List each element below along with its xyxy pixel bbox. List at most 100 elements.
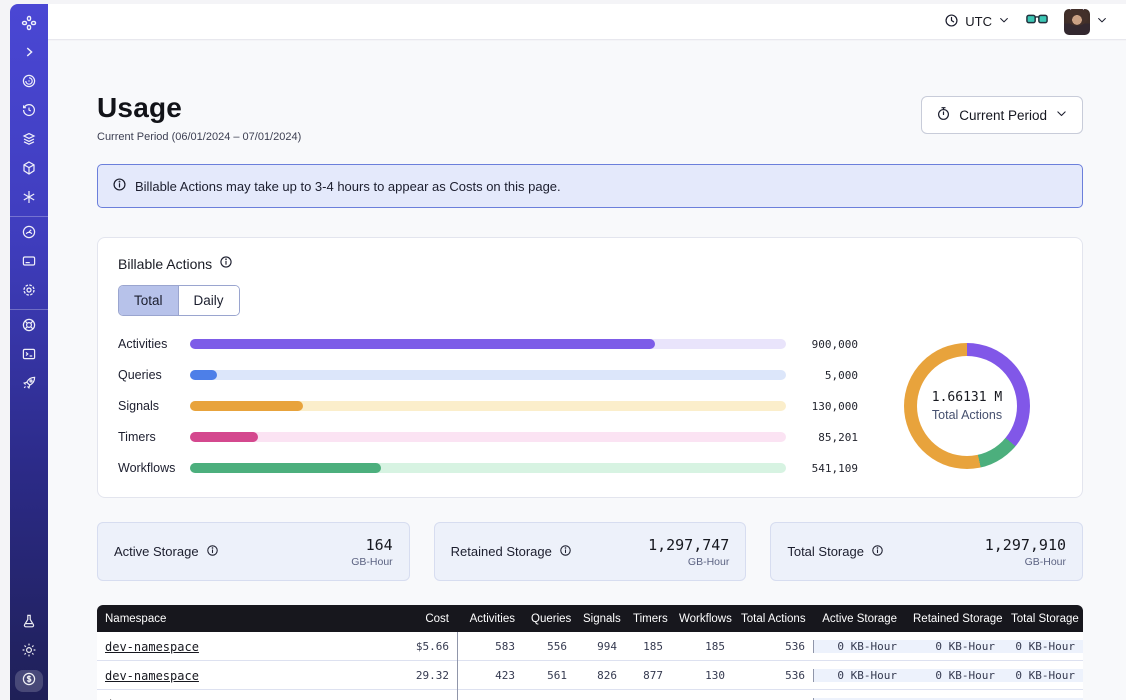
info-icon[interactable]	[206, 544, 219, 560]
cost-cell: $5.66	[379, 640, 457, 653]
sidebar-item-history[interactable]	[15, 101, 43, 123]
total-storage-unit: GB-Hour	[985, 556, 1066, 568]
bar-label: Workflows	[118, 461, 190, 475]
namespace-link[interactable]: dev-namespace	[105, 640, 199, 654]
bar-fill	[190, 432, 258, 442]
billable-actions-tabs: Total Daily	[118, 285, 240, 316]
sidebar-item-namespaces[interactable]	[15, 72, 43, 94]
table-header-row: Namespace Cost Activities Queries Signal…	[97, 605, 1083, 632]
bar-track	[190, 432, 786, 442]
donut-chart-zone: 1.66131 M Total Actions	[872, 337, 1062, 475]
bar-label: Activities	[118, 337, 190, 351]
active-storage-cell: 0 KB-Hour	[813, 669, 905, 682]
info-icon[interactable]	[559, 544, 572, 560]
tab-total[interactable]: Total	[119, 286, 178, 315]
queries-cell: 561	[523, 669, 575, 682]
sidebar-item-pricing[interactable]	[15, 670, 43, 692]
info-icon[interactable]	[219, 255, 233, 272]
asterisk-icon	[21, 189, 37, 210]
signals-cell: 994	[575, 640, 625, 653]
chevron-down-icon	[1055, 107, 1068, 123]
timezone-label: UTC	[965, 14, 992, 29]
table-row: dev-namespace $5.66 583 556 994 185 185 …	[97, 632, 1083, 661]
active-storage-card: Active Storage 164 GB-Hour	[97, 522, 410, 581]
bar-value: 130,000	[794, 400, 858, 413]
stopwatch-icon	[936, 106, 951, 124]
bar-fill	[190, 370, 217, 380]
signals-cell: 826	[575, 669, 625, 682]
page-header: Usage Current Period (06/01/2024 – 07/01…	[97, 92, 1083, 143]
bar-row-timers: Timers 85,201	[118, 430, 858, 444]
sidebar-item-layers[interactable]	[15, 130, 43, 152]
col-signals: Signals	[575, 613, 625, 625]
sidebar-item-support[interactable]	[15, 316, 43, 338]
bar-row-workflows: Workflows 541,109	[118, 461, 858, 475]
col-cost: Cost	[379, 613, 457, 625]
billable-actions-chart: Activities 900,000 Queries 5,000	[118, 337, 1062, 475]
total-actions-label: Total Actions	[932, 408, 1002, 422]
retained-storage-label: Retained Storage	[451, 544, 552, 559]
col-activities: Activities	[457, 613, 523, 625]
bar-row-activities: Activities 900,000	[118, 337, 858, 351]
feedback-button[interactable]	[1026, 12, 1048, 31]
billable-actions-title: Billable Actions	[118, 256, 212, 272]
sidebar-item-theme[interactable]	[15, 641, 43, 663]
bar-fill	[190, 339, 655, 349]
bar-track	[190, 463, 786, 473]
col-total-actions: Total Actions	[733, 613, 813, 625]
bar-row-signals: Signals 130,000	[118, 399, 858, 413]
credit-card-icon	[21, 253, 37, 274]
activities-cell: 492	[457, 690, 523, 700]
donut-center: 1.66131 M Total Actions	[917, 356, 1017, 456]
col-retained-storage: Retained Storage	[905, 613, 1003, 625]
retained-storage-value: 1,297,747	[648, 536, 729, 554]
bar-fill	[190, 401, 303, 411]
sidebar-item-usage[interactable]	[15, 223, 43, 245]
clock-icon	[944, 13, 959, 31]
bar-value: 85,201	[794, 431, 858, 444]
col-active-storage: Active Storage	[813, 613, 905, 625]
total-storage-label: Total Storage	[787, 544, 864, 559]
info-icon[interactable]	[871, 544, 884, 560]
chevron-down-icon	[1096, 13, 1108, 31]
bar-fill	[190, 463, 381, 473]
sidebar-item-labs[interactable]	[15, 612, 43, 634]
timers-cell: 185	[625, 640, 671, 653]
total-storage-cell: 0 KB-Hour	[1003, 669, 1083, 682]
sidebar-item-billing[interactable]	[15, 252, 43, 274]
table-body: dev-namespace $5.66 583 556 994 185 185 …	[97, 632, 1083, 700]
total-actions-cell: 536	[733, 640, 813, 653]
workflows-cell: 130	[671, 669, 733, 682]
sidebar-item-home[interactable]	[15, 14, 43, 36]
sidebar-item-deployments[interactable]	[15, 159, 43, 181]
usage-page: UTC Usage Current Period (06/01/2024 – 0…	[0, 0, 1126, 700]
bar-track	[190, 339, 786, 349]
sidebar-group-account	[10, 223, 48, 303]
sidebar-divider	[10, 216, 48, 217]
total-actions-cell: 536	[733, 669, 813, 682]
active-storage-unit: GB-Hour	[351, 556, 392, 568]
user-menu[interactable]	[1064, 9, 1108, 35]
total-storage-cell: 0 KB-Hour	[1003, 640, 1083, 653]
bar-label: Queries	[118, 368, 190, 382]
timezone-selector[interactable]: UTC	[944, 13, 1010, 31]
sun-icon	[21, 642, 37, 663]
table-row: dev-namespace $3.35 492 536 883 816 600 …	[97, 690, 1083, 700]
sidebar-item-getting-started[interactable]	[15, 374, 43, 396]
timers-cell: 877	[625, 669, 671, 682]
sidebar-item-batch[interactable]	[15, 188, 43, 210]
period-selector-button[interactable]: Current Period	[921, 96, 1083, 134]
table-row: dev-namespace 29.32 423 561 826 877 130 …	[97, 661, 1083, 690]
col-timers: Timers	[625, 613, 671, 625]
namespace-link[interactable]: dev-namespace	[105, 669, 199, 683]
bar-label: Signals	[118, 399, 190, 413]
tab-daily[interactable]: Daily	[178, 286, 239, 315]
sidebar-item-cli[interactable]	[15, 345, 43, 367]
lifebuoy-icon	[21, 317, 37, 338]
bar-row-queries: Queries 5,000	[118, 368, 858, 382]
donut-chart: 1.66131 M Total Actions	[904, 343, 1030, 469]
terminal-icon	[21, 346, 37, 367]
sidebar-item-settings[interactable]	[15, 281, 43, 303]
sidebar-expand-button[interactable]	[15, 43, 43, 65]
dollar-coin-icon	[21, 671, 37, 692]
